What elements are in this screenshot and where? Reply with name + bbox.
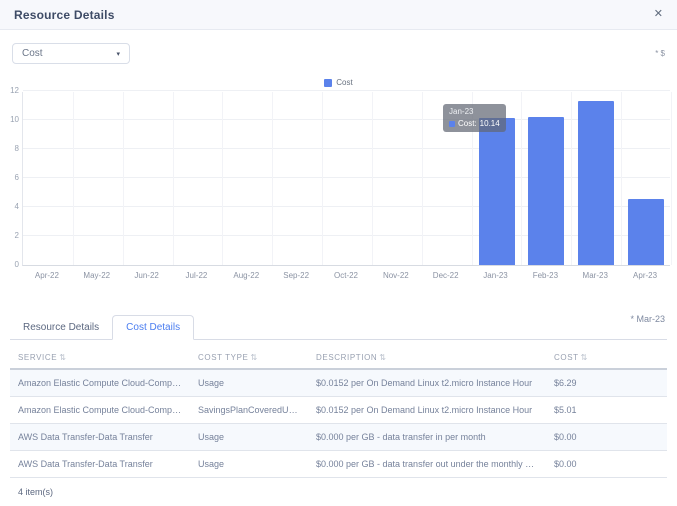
x-axis-tick: May-22 — [83, 271, 110, 280]
x-axis-tick: Apr-23 — [633, 271, 657, 280]
table-cell: $0.0152 per On Demand Linux t2.micro Ins… — [308, 397, 546, 424]
hgridline — [23, 119, 670, 120]
bar-Feb-23[interactable] — [528, 117, 564, 265]
hgridline — [23, 235, 670, 236]
sort-icon[interactable]: ⇅ — [581, 353, 588, 362]
bar-Mar-23[interactable] — [578, 101, 614, 265]
table-row[interactable]: AWS Data Transfer-Data TransferUsage$0.0… — [10, 424, 667, 451]
x-axis-tick: Dec-22 — [433, 271, 459, 280]
vgridline — [521, 92, 522, 265]
table-row[interactable]: Amazon Elastic Compute Cloud-Compute Ins… — [10, 397, 667, 424]
x-axis-tick: Jan-23 — [483, 271, 507, 280]
legend-swatch — [324, 79, 332, 87]
table-cell: $0.00 — [546, 424, 667, 451]
metric-select[interactable]: Cost ▾ — [12, 43, 130, 64]
y-axis-tick: 8 — [2, 144, 19, 153]
vgridline — [422, 92, 423, 265]
table-cell: $0.000 per GB - data transfer out under … — [308, 451, 546, 478]
column-header-cost[interactable]: Cost⇅ — [546, 340, 667, 369]
y-axis-tick: 10 — [2, 115, 19, 124]
chart-tooltip: Jan-23 Cost: 10.14 — [443, 104, 506, 132]
chart-legend[interactable]: Cost — [0, 78, 677, 87]
x-axis-tick: Jun-22 — [134, 271, 158, 280]
table-cell: Usage — [190, 369, 308, 397]
table-cell: $0.0152 per On Demand Linux t2.micro Ins… — [308, 369, 546, 397]
period-note: * Mar-23 — [630, 314, 665, 324]
y-axis-tick: 2 — [2, 231, 19, 240]
tooltip-series-row: Cost: 10.14 — [449, 119, 500, 128]
chart-plot: 024681012 — [22, 92, 670, 266]
table-cell: Usage — [190, 424, 308, 451]
vgridline — [372, 92, 373, 265]
table-cell: AWS Data Transfer-Data Transfer — [10, 451, 190, 478]
tooltip-title: Jan-23 — [449, 107, 500, 116]
bar-Jan-23[interactable] — [479, 118, 515, 265]
modal-header: Resource Details ✕ — [0, 0, 677, 30]
table-cell: $5.01 — [546, 397, 667, 424]
vgridline — [671, 92, 672, 265]
x-axis-tick: Jul-22 — [186, 271, 208, 280]
table-cell: AWS Data Transfer-Data Transfer — [10, 424, 190, 451]
table-cell: $0.000 per GB - data transfer in per mon… — [308, 424, 546, 451]
sort-icon[interactable]: ⇅ — [250, 353, 257, 362]
table-row[interactable]: Amazon Elastic Compute Cloud-Compute Ins… — [10, 369, 667, 397]
vgridline — [123, 92, 124, 265]
y-axis-tick: 4 — [2, 202, 19, 211]
vgridline — [73, 92, 74, 265]
vgridline — [272, 92, 273, 265]
x-axis-tick: Mar-23 — [583, 271, 608, 280]
legend-label: Cost — [336, 78, 352, 87]
hgridline — [23, 206, 670, 207]
currency-note: * $ — [655, 43, 665, 58]
table-cell: SavingsPlanCoveredUsage — [190, 397, 308, 424]
vgridline — [621, 92, 622, 265]
column-header-description[interactable]: Description⇅ — [308, 340, 546, 369]
table-cell: Usage — [190, 451, 308, 478]
tooltip-label: Cost: — [458, 119, 477, 128]
x-axis-tick: Oct-22 — [334, 271, 358, 280]
table-cell: Amazon Elastic Compute Cloud-Compute Ins… — [10, 369, 190, 397]
tab-cost-details[interactable]: Cost Details — [112, 315, 194, 340]
vgridline — [322, 92, 323, 265]
y-axis-tick: 6 — [2, 173, 19, 182]
cost-chart: Cost 024681012 Jan-23 Cost: 10.14 Apr-22… — [0, 75, 677, 300]
hgridline — [23, 177, 670, 178]
sort-icon[interactable]: ⇅ — [59, 353, 66, 362]
hgridline — [23, 90, 670, 91]
bar-Apr-23[interactable] — [628, 199, 664, 265]
column-header-service[interactable]: Service⇅ — [10, 340, 190, 369]
table-cell: Amazon Elastic Compute Cloud-Compute Ins… — [10, 397, 190, 424]
metric-select-value: Cost — [22, 48, 43, 59]
column-header-cost-type[interactable]: Cost Type⇅ — [190, 340, 308, 369]
tab-resource-details[interactable]: Resource Details — [10, 316, 112, 339]
x-axis-tick: Aug-22 — [233, 271, 259, 280]
hgridline — [23, 148, 670, 149]
x-axis-tick: Apr-22 — [35, 271, 59, 280]
cost-details-table: Service⇅Cost Type⇅Description⇅Cost⇅ Amaz… — [10, 340, 667, 506]
tooltip-value: 10.14 — [480, 119, 500, 128]
cost-table-header-row: Service⇅Cost Type⇅Description⇅Cost⇅ — [10, 340, 667, 369]
table-row[interactable]: AWS Data Transfer-Data TransferUsage$0.0… — [10, 451, 667, 478]
tooltip-swatch — [449, 121, 455, 127]
vgridline — [571, 92, 572, 265]
x-axis-tick: Nov-22 — [383, 271, 409, 280]
x-axis-tick: Sep-22 — [283, 271, 309, 280]
tab-bar: Resource Details Cost Details * Mar-23 — [10, 313, 667, 340]
table-cell: $6.29 — [546, 369, 667, 397]
x-axis-tick: Feb-23 — [533, 271, 558, 280]
cost-table-body: Amazon Elastic Compute Cloud-Compute Ins… — [10, 369, 667, 478]
vgridline — [173, 92, 174, 265]
y-axis-tick: 0 — [2, 260, 19, 269]
close-icon[interactable]: ✕ — [654, 9, 663, 20]
chevron-down-icon: ▾ — [116, 50, 120, 58]
table-cell: $0.00 — [546, 451, 667, 478]
page-title: Resource Details — [14, 8, 115, 22]
y-axis-tick: 12 — [2, 86, 19, 95]
vgridline — [222, 92, 223, 265]
items-count: 4 item(s) — [10, 478, 667, 506]
sort-icon[interactable]: ⇅ — [379, 353, 386, 362]
toolbar: Cost ▾ * $ — [0, 30, 677, 75]
